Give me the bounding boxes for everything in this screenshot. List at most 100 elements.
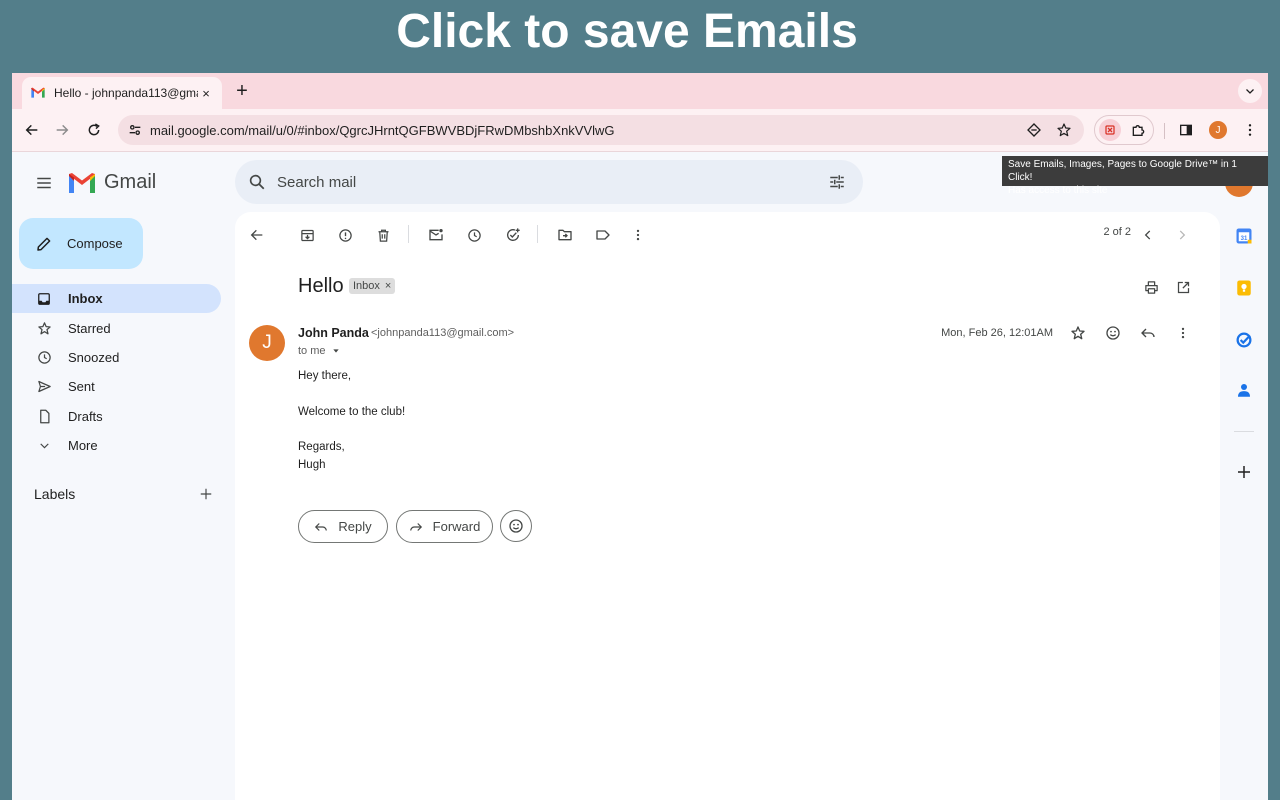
forward-button[interactable] bbox=[50, 118, 74, 142]
tooltip-line-2: Has access to this site bbox=[1008, 185, 1108, 196]
get-addons-button[interactable] bbox=[1232, 460, 1256, 484]
email-date: Mon, Feb 26, 12:01AM bbox=[941, 327, 1053, 339]
nav-item-more[interactable]: More bbox=[12, 431, 221, 460]
labels-button[interactable] bbox=[591, 223, 615, 247]
chevron-left-icon bbox=[1144, 230, 1151, 240]
message-more-button[interactable] bbox=[1171, 321, 1195, 345]
search-options-icon[interactable] bbox=[825, 170, 849, 194]
side-panel-divider bbox=[1234, 431, 1254, 432]
gmail-logo[interactable]: Gmail bbox=[68, 171, 156, 194]
compose-button[interactable]: Compose bbox=[19, 218, 143, 269]
hamburger-icon bbox=[37, 177, 51, 189]
draft-icon bbox=[36, 408, 52, 424]
print-all-button[interactable] bbox=[1139, 275, 1163, 299]
reply-icon-button[interactable] bbox=[1136, 321, 1160, 345]
browser-tab-gmail[interactable]: Hello - johnpanda113@gmail. × bbox=[22, 77, 222, 109]
email-view: 2 of 2 Hello Inbox × J John Panda <johnp… bbox=[235, 212, 1220, 800]
new-tab-button[interactable]: + bbox=[230, 79, 254, 103]
recipient-details-toggle[interactable]: to me bbox=[298, 345, 340, 357]
nav-label: Drafts bbox=[68, 408, 103, 424]
keep-app-button[interactable] bbox=[1232, 276, 1256, 300]
delete-button[interactable] bbox=[371, 223, 395, 247]
more-actions-button[interactable] bbox=[626, 223, 650, 247]
sender-email: <johnpanda113@gmail.com> bbox=[371, 327, 515, 339]
back-button[interactable] bbox=[20, 118, 44, 142]
site-settings-icon[interactable] bbox=[120, 115, 150, 145]
sender-name[interactable]: John Panda bbox=[298, 326, 369, 340]
search-input[interactable] bbox=[277, 173, 797, 191]
older-email-button[interactable] bbox=[1170, 223, 1194, 247]
nav-item-starred[interactable]: Starred bbox=[12, 313, 221, 342]
snooze-button[interactable] bbox=[462, 223, 486, 247]
tab-close-icon[interactable]: × bbox=[198, 86, 214, 101]
sender-avatar[interactable]: J bbox=[249, 325, 285, 361]
print-icon bbox=[1144, 280, 1158, 294]
remove-label-icon[interactable]: × bbox=[385, 280, 391, 292]
search-bar bbox=[235, 160, 863, 204]
smiley-icon bbox=[1106, 326, 1120, 340]
nav-item-inbox[interactable]: Inbox bbox=[12, 284, 221, 314]
back-to-inbox-button[interactable] bbox=[245, 223, 269, 247]
tab-search-button[interactable] bbox=[1238, 79, 1262, 103]
report-spam-button[interactable] bbox=[333, 223, 357, 247]
recipient-text: to me bbox=[298, 345, 326, 357]
trash-icon bbox=[378, 229, 388, 242]
nav-item-sent[interactable]: Sent bbox=[12, 372, 221, 401]
reload-button[interactable] bbox=[82, 118, 106, 142]
calendar-icon: 31 bbox=[1236, 228, 1252, 244]
archive-button[interactable] bbox=[295, 223, 319, 247]
reload-icon bbox=[88, 123, 100, 136]
newer-email-button[interactable] bbox=[1136, 223, 1160, 247]
open-in-new-icon bbox=[1177, 281, 1189, 293]
label-chip-text: Inbox bbox=[353, 280, 380, 292]
star-email-button[interactable] bbox=[1066, 321, 1090, 345]
nav-item-snoozed[interactable]: Snoozed bbox=[12, 343, 221, 372]
side-panel-button[interactable] bbox=[1174, 118, 1198, 142]
search-icon[interactable] bbox=[245, 170, 269, 194]
move-to-button[interactable] bbox=[553, 223, 577, 247]
email-subject: Hello bbox=[298, 275, 344, 297]
inbox-label-chip[interactable]: Inbox × bbox=[349, 278, 396, 294]
nav-label: More bbox=[68, 438, 98, 454]
install-app-icon[interactable] bbox=[1022, 118, 1046, 142]
open-in-new-window-button[interactable] bbox=[1171, 275, 1195, 299]
emoji-reaction-button[interactable] bbox=[500, 510, 532, 542]
kebab-menu-icon bbox=[1181, 327, 1185, 339]
reply-icon bbox=[1141, 328, 1155, 338]
toolbar-divider bbox=[537, 225, 538, 243]
forward-button[interactable]: Forward bbox=[396, 510, 493, 543]
email-body-line: Hugh bbox=[298, 459, 326, 471]
mark-unread-button[interactable] bbox=[424, 223, 448, 247]
clock-icon bbox=[36, 349, 52, 365]
forward-icon bbox=[409, 522, 422, 531]
extensions-button[interactable] bbox=[1127, 119, 1149, 141]
save-to-drive-extension-button[interactable] bbox=[1099, 119, 1121, 141]
browser-profile-avatar[interactable]: J bbox=[1209, 121, 1227, 139]
tab-strip: Hello - johnpanda113@gmail. × + bbox=[12, 73, 1268, 109]
browser-menu-button[interactable] bbox=[1238, 118, 1262, 142]
move-to-folder-icon bbox=[558, 229, 572, 241]
chevron-right-icon bbox=[1179, 230, 1186, 240]
add-to-tasks-button[interactable] bbox=[501, 223, 525, 247]
tasks-app-button[interactable] bbox=[1232, 328, 1256, 352]
contacts-app-button[interactable] bbox=[1232, 378, 1256, 402]
add-reaction-button[interactable] bbox=[1101, 321, 1125, 345]
puzzle-icon bbox=[1132, 125, 1145, 136]
main-menu-button[interactable] bbox=[32, 171, 56, 195]
plus-icon bbox=[200, 488, 212, 500]
nav-item-drafts[interactable]: Drafts bbox=[12, 402, 221, 431]
reply-button[interactable]: Reply bbox=[298, 510, 388, 543]
chevron-down-icon bbox=[36, 438, 52, 454]
back-arrow-icon bbox=[250, 229, 263, 241]
back-arrow-icon bbox=[25, 124, 38, 136]
calendar-app-button[interactable]: 31 bbox=[1232, 224, 1256, 248]
gmail-m-logo-icon bbox=[69, 172, 95, 193]
bookmark-star-icon[interactable] bbox=[1052, 118, 1076, 142]
gmail-logo-text: Gmail bbox=[104, 171, 157, 193]
archive-icon bbox=[300, 229, 314, 241]
address-bar[interactable]: mail.google.com/mail/u/0/#inbox/QgrcJHrn… bbox=[118, 115, 1084, 145]
toolbar-divider bbox=[408, 225, 409, 243]
spam-icon bbox=[338, 228, 352, 242]
add-label-button[interactable] bbox=[196, 484, 216, 504]
save-extension-icon bbox=[1105, 125, 1115, 135]
